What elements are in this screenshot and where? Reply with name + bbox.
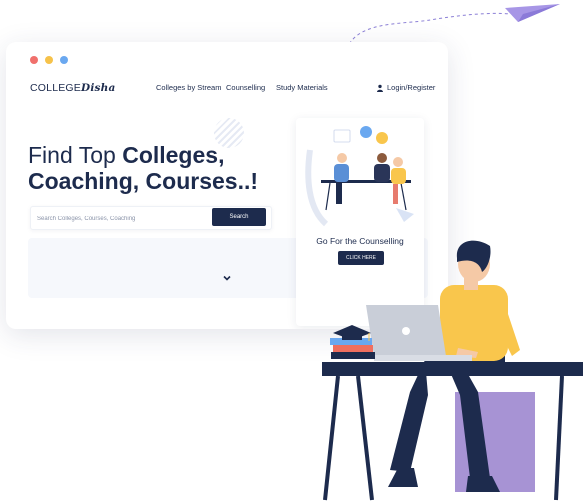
browser-window: COLLEGEDisha Colleges by Stream Counsell… — [6, 42, 448, 329]
counselling-illustration — [305, 126, 414, 227]
search-bar: Search — [30, 206, 272, 230]
logo-suffix: Disha — [81, 82, 116, 94]
click-here-button[interactable]: CLICK HERE — [338, 251, 384, 265]
search-button[interactable]: Search — [212, 208, 266, 226]
counselling-card: Go For the Counselling CLICK HERE — [296, 118, 424, 326]
search-input[interactable] — [35, 209, 209, 228]
minimize-dot[interactable] — [45, 56, 53, 64]
hero-title-line1: Find Top Colleges, — [28, 142, 225, 168]
hero-title-line2: Coaching, Courses..! — [28, 168, 259, 194]
nav-counselling[interactable]: Counselling — [226, 83, 265, 92]
nav-colleges-by-stream[interactable]: Colleges by Stream — [156, 83, 221, 92]
nav-study-materials[interactable]: Study Materials — [276, 83, 328, 92]
logo-prefix: COLLEGE — [30, 82, 82, 94]
close-dot[interactable] — [30, 56, 38, 64]
maximize-dot[interactable] — [60, 56, 68, 64]
login-label: Login/Register — [387, 83, 436, 92]
chevron-down-icon[interactable] — [222, 273, 232, 283]
card-title: Go For the Counselling — [316, 236, 404, 246]
login-register-link[interactable]: Login/Register — [376, 83, 435, 92]
user-icon — [377, 84, 383, 92]
window-controls — [30, 56, 68, 64]
site-logo[interactable]: COLLEGEDisha — [30, 82, 115, 94]
